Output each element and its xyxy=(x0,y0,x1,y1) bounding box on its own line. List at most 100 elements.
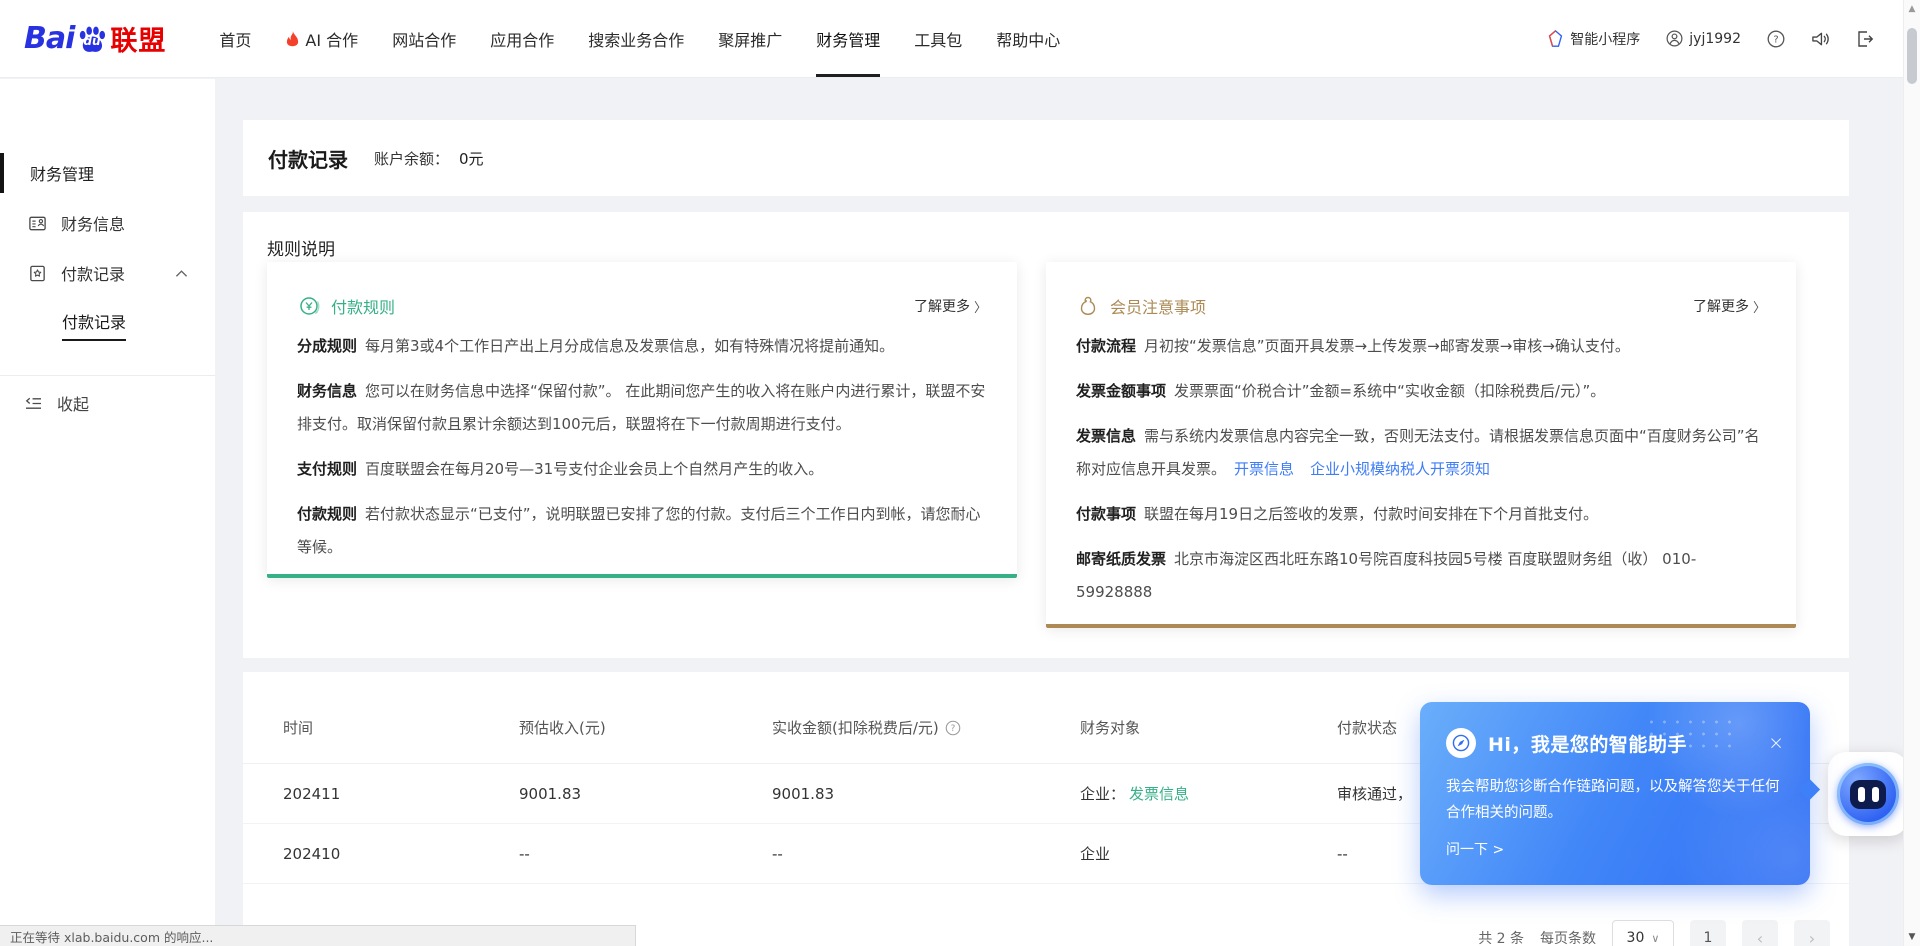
balance-label: 账户余额： xyxy=(374,150,449,168)
nav-item-finance[interactable]: 财务管理 xyxy=(816,0,880,77)
prev-page-button[interactable]: ‹ xyxy=(1742,920,1778,946)
nav-item-website-coop[interactable]: 网站合作 xyxy=(392,0,456,77)
scrollbar-thumb[interactable] xyxy=(1907,28,1917,84)
mini-program-entry[interactable]: 智能小程序 xyxy=(1547,29,1640,49)
svg-text:?: ? xyxy=(1773,34,1778,45)
cell-time: 202410 xyxy=(283,845,519,863)
nav-item-home[interactable]: 首页 xyxy=(219,0,251,77)
cell-estimated: 9001.83 xyxy=(519,785,772,803)
member-notes-more-link[interactable]: 了解更多〉 xyxy=(1693,296,1766,316)
col-header-actual: 实收金额(扣除税费后/元) ? xyxy=(772,717,1080,763)
col-header-estimated: 预估收入(元) xyxy=(519,717,772,763)
per-page-select[interactable]: 30 ∨ xyxy=(1612,920,1674,946)
status-text: 正在等待 xlab.baidu.com 的响应... xyxy=(10,927,213,946)
sidebar-subitem-payment-records-active[interactable]: 付款记录 xyxy=(62,309,126,341)
nav-item-app-coop[interactable]: 应用合作 xyxy=(490,0,554,77)
ask-now-link[interactable]: 问一下 > xyxy=(1446,839,1504,859)
invoice-info-link[interactable]: 开票信息 xyxy=(1234,460,1294,478)
per-page-label: 每页条数 xyxy=(1540,928,1596,946)
small-taxpayer-link[interactable]: 企业小规模纳税人开票须知 xyxy=(1310,460,1490,478)
close-icon[interactable]: × xyxy=(1768,734,1784,753)
member-notes-header: 会员注意事项 了解更多〉 xyxy=(1076,262,1766,318)
robot-eye xyxy=(1858,787,1865,802)
payment-rules-card: 付款规则 了解更多〉 分成规则每月第3或4个工作日产出上月分成信息及发票信息，如… xyxy=(267,262,1017,578)
top-nav: Bai du 联盟 首页 AI 合作 网站合作 xyxy=(0,0,1920,78)
baidu-union-finance-page: Bai du 联盟 首页 AI 合作 网站合作 xyxy=(0,0,1920,946)
baidu-union-logo[interactable]: Bai du 联盟 xyxy=(24,0,166,77)
assistant-message: 我会帮助您诊断合作链路问题，以及解答您关于任何合作相关的问题。 xyxy=(1446,774,1782,826)
cell-actual: 9001.83 xyxy=(772,785,1080,803)
note-payment-flow: 付款流程月初按“发票信息”页面开具发票→上传发票→邮寄发票→审核→确认支付。 xyxy=(1076,330,1766,363)
nav-item-help-center[interactable]: 帮助中心 xyxy=(996,0,1060,77)
sidebar-item-payment-records[interactable]: 付款记录 xyxy=(28,261,188,285)
compass-icon xyxy=(1446,728,1476,758)
nav-menu: 首页 AI 合作 网站合作 应用合作 搜索业务合作 聚屏推广 财务管理 工具包 … xyxy=(202,0,1077,77)
note-invoice-info: 发票信息需与系统内发票信息内容完全一致，否则无法支付。请根据发票信息页面中“百度… xyxy=(1076,420,1766,486)
sidebar-section-finance[interactable]: 财务管理 xyxy=(30,161,94,185)
scrollbar-up-icon[interactable]: ▲ xyxy=(1904,4,1920,14)
logo-text-du: du xyxy=(83,34,100,48)
member-notes-card: 会员注意事项 了解更多〉 付款流程月初按“发票信息”页面开具发票→上传发票→邮寄… xyxy=(1046,262,1796,628)
chevron-right-icon: 〉 xyxy=(974,297,987,316)
notice-icon xyxy=(1076,294,1100,318)
user-account[interactable]: jyj1992 xyxy=(1666,30,1741,47)
user-icon xyxy=(1666,30,1683,47)
invoice-info-table-link[interactable]: 发票信息 xyxy=(1129,785,1189,803)
rule-finance-info: 财务信息您可以在财务信息中选择“保留付款”。 在此期间您产生的收入将在账户内进行… xyxy=(297,375,987,441)
nav-right-tools: 智能小程序 jyj1992 ? xyxy=(1547,0,1874,77)
gem-icon xyxy=(1547,30,1564,47)
rule-payment-status: 付款规则若付款状态显示“已支付”，说明联盟已安排了您的付款。支付后三个工作日内到… xyxy=(297,498,987,564)
sidebar-divider xyxy=(0,375,215,376)
balance-value: 0元 xyxy=(459,150,484,168)
cell-estimated: -- xyxy=(519,845,772,863)
nav-item-toolkit[interactable]: 工具包 xyxy=(914,0,962,77)
question-circle-icon[interactable]: ? xyxy=(945,720,961,736)
fire-icon xyxy=(285,30,300,47)
cell-target: 企业：发票信息 xyxy=(1080,783,1337,804)
coin-icon xyxy=(297,294,321,318)
baidu-paw-icon: du xyxy=(75,22,109,56)
rules-section-title: 规则说明 xyxy=(267,235,335,260)
nav-item-ai-coop[interactable]: AI 合作 xyxy=(285,0,358,77)
note-invoice-amount: 发票金额事项发票票面“价税合计”金额=系统中“实收金额（扣除税费后/元）”。 xyxy=(1076,375,1766,408)
speaker-icon[interactable] xyxy=(1811,30,1830,48)
browser-status-bar: 正在等待 xlab.baidu.com 的响应... xyxy=(0,925,636,946)
account-balance: 账户余额： 0元 xyxy=(374,148,484,169)
logout-icon[interactable] xyxy=(1856,30,1874,48)
help-icon[interactable]: ? xyxy=(1767,30,1785,48)
rule-pay: 支付规则百度联盟会在每月20号—31号支付企业会员上个自然月产生的收入。 xyxy=(297,453,987,486)
sidebar: 财务管理 财务信息 付款记录 付款记录 收起 xyxy=(0,79,215,946)
scrollbar-down-icon[interactable]: ▼ xyxy=(1904,932,1920,942)
nav-item-screen-promo[interactable]: 聚屏推广 xyxy=(718,0,782,77)
note-mail-invoice: 邮寄纸质发票北京市海淀区西北旺东路10号院百度科技园5号楼 百度联盟财务组（收）… xyxy=(1076,543,1766,609)
payment-rules-title: 付款规则 xyxy=(331,294,395,318)
robot-face xyxy=(1850,780,1886,809)
svg-text:?: ? xyxy=(950,724,955,734)
page-title: 付款记录 xyxy=(268,144,348,173)
pagination-total: 共 2 条 xyxy=(1478,928,1524,946)
page-number-button[interactable]: 1 xyxy=(1690,920,1726,946)
rules-section-card: 规则说明 付款规则 了解更多〉 分成规则每月第3或4个工作日产出上月分成信息及发… xyxy=(243,212,1849,658)
chevron-right-icon: 〉 xyxy=(1753,297,1766,316)
note-payment-matter: 付款事项联盟在每月19日之后签收的发票，付款时间安排在下个月首批支付。 xyxy=(1076,498,1766,531)
col-header-time: 时间 xyxy=(283,717,519,763)
sidebar-collapse-button[interactable]: 收起 xyxy=(24,391,89,415)
rule-share: 分成规则每月第3或4个工作日产出上月分成信息及发票信息，如有特殊情况将提前通知。 xyxy=(297,330,987,363)
member-notes-title: 会员注意事项 xyxy=(1110,294,1206,318)
robot-eye xyxy=(1872,787,1879,802)
sidebar-item-finance-info[interactable]: 财务信息 xyxy=(28,211,125,235)
vertical-scrollbar[interactable]: ▲ ▼ xyxy=(1903,0,1920,946)
robot-icon xyxy=(1837,763,1899,825)
payment-rules-more-link[interactable]: 了解更多〉 xyxy=(914,296,987,316)
cell-actual: -- xyxy=(772,845,1080,863)
next-page-button[interactable]: › xyxy=(1794,920,1830,946)
assistant-float-widget[interactable] xyxy=(1828,752,1908,836)
chevron-down-icon: ∨ xyxy=(1651,932,1659,945)
nav-item-search-coop[interactable]: 搜索业务合作 xyxy=(588,0,684,77)
chevron-up-icon[interactable] xyxy=(175,269,188,278)
badge-star-icon xyxy=(28,264,47,283)
idcard-icon xyxy=(28,214,47,233)
col-header-target: 财务对象 xyxy=(1080,717,1337,763)
menu-fold-icon xyxy=(24,396,43,411)
assistant-title: Hi，我是您的智能助手 xyxy=(1488,730,1687,757)
